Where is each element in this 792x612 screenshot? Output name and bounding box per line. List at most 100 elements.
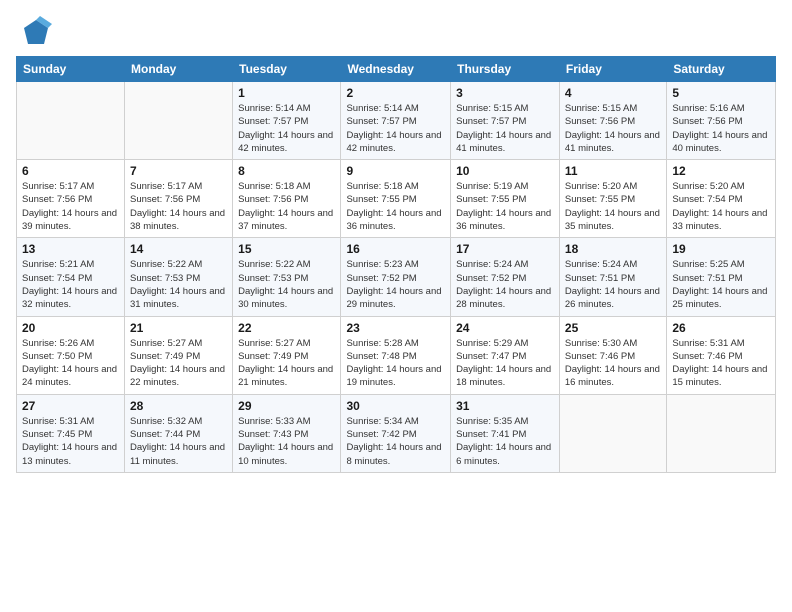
day-info: Sunrise: 5:22 AMSunset: 7:53 PMDaylight:… xyxy=(238,258,335,311)
day-info: Sunrise: 5:35 AMSunset: 7:41 PMDaylight:… xyxy=(456,415,554,468)
calendar-cell: 23 Sunrise: 5:28 AMSunset: 7:48 PMDayligh… xyxy=(341,316,451,394)
calendar-cell: 19 Sunrise: 5:25 AMSunset: 7:51 PMDayligh… xyxy=(667,238,776,316)
calendar-cell: 1 Sunrise: 5:14 AMSunset: 7:57 PMDaylight… xyxy=(233,82,341,160)
day-number: 18 xyxy=(565,242,661,256)
day-info: Sunrise: 5:14 AMSunset: 7:57 PMDaylight:… xyxy=(346,102,445,155)
day-number: 13 xyxy=(22,242,119,256)
calendar-week-2: 6 Sunrise: 5:17 AMSunset: 7:56 PMDaylight… xyxy=(17,160,776,238)
day-info: Sunrise: 5:21 AMSunset: 7:54 PMDaylight:… xyxy=(22,258,119,311)
calendar-cell: 6 Sunrise: 5:17 AMSunset: 7:56 PMDaylight… xyxy=(17,160,125,238)
calendar-week-1: 1 Sunrise: 5:14 AMSunset: 7:57 PMDaylight… xyxy=(17,82,776,160)
day-number: 21 xyxy=(130,321,227,335)
day-number: 30 xyxy=(346,399,445,413)
day-number: 20 xyxy=(22,321,119,335)
day-info: Sunrise: 5:24 AMSunset: 7:51 PMDaylight:… xyxy=(565,258,661,311)
calendar-cell: 10 Sunrise: 5:19 AMSunset: 7:55 PMDayligh… xyxy=(451,160,560,238)
day-number: 6 xyxy=(22,164,119,178)
calendar-cell: 27 Sunrise: 5:31 AMSunset: 7:45 PMDayligh… xyxy=(17,394,125,472)
calendar-cell: 29Sunrise: 5:33 AMSunset: 7:43 PMDayligh… xyxy=(233,394,341,472)
day-number: 29 xyxy=(238,399,335,413)
day-info: Sunrise: 5:17 AMSunset: 7:56 PMDaylight:… xyxy=(130,180,227,233)
day-number: 16 xyxy=(346,242,445,256)
day-info: Sunrise: 5:26 AMSunset: 7:50 PMDaylight:… xyxy=(22,337,119,390)
day-info: Sunrise: 5:19 AMSunset: 7:55 PMDaylight:… xyxy=(456,180,554,233)
day-info: Sunrise: 5:27 AMSunset: 7:49 PMDaylight:… xyxy=(238,337,335,390)
calendar-week-3: 13 Sunrise: 5:21 AMSunset: 7:54 PMDayligh… xyxy=(17,238,776,316)
calendar-cell: 18 Sunrise: 5:24 AMSunset: 7:51 PMDayligh… xyxy=(559,238,666,316)
calendar-cell: 9 Sunrise: 5:18 AMSunset: 7:55 PMDaylight… xyxy=(341,160,451,238)
calendar-cell: 11Sunrise: 5:20 AMSunset: 7:55 PMDayligh… xyxy=(559,160,666,238)
day-number: 26 xyxy=(672,321,770,335)
day-number: 23 xyxy=(346,321,445,335)
day-number: 4 xyxy=(565,86,661,100)
calendar-cell: 8 Sunrise: 5:18 AMSunset: 7:56 PMDaylight… xyxy=(233,160,341,238)
logo-icon xyxy=(20,16,52,48)
calendar-cell: 31 Sunrise: 5:35 AMSunset: 7:41 PMDayligh… xyxy=(451,394,560,472)
calendar-cell: 16 Sunrise: 5:23 AMSunset: 7:52 PMDayligh… xyxy=(341,238,451,316)
weekday-header-saturday: Saturday xyxy=(667,57,776,82)
calendar-cell: 4 Sunrise: 5:15 AMSunset: 7:56 PMDaylight… xyxy=(559,82,666,160)
calendar-week-5: 27 Sunrise: 5:31 AMSunset: 7:45 PMDayligh… xyxy=(17,394,776,472)
weekday-header-sunday: Sunday xyxy=(17,57,125,82)
day-info: Sunrise: 5:14 AMSunset: 7:57 PMDaylight:… xyxy=(238,102,335,155)
day-number: 3 xyxy=(456,86,554,100)
day-info: Sunrise: 5:18 AMSunset: 7:56 PMDaylight:… xyxy=(238,180,335,233)
day-info: Sunrise: 5:20 AMSunset: 7:54 PMDaylight:… xyxy=(672,180,770,233)
day-info: Sunrise: 5:15 AMSunset: 7:57 PMDaylight:… xyxy=(456,102,554,155)
calendar-cell: 26 Sunrise: 5:31 AMSunset: 7:46 PMDayligh… xyxy=(667,316,776,394)
day-number: 27 xyxy=(22,399,119,413)
calendar-cell: 15 Sunrise: 5:22 AMSunset: 7:53 PMDayligh… xyxy=(233,238,341,316)
calendar-cell: 25Sunrise: 5:30 AMSunset: 7:46 PMDayligh… xyxy=(559,316,666,394)
day-info: Sunrise: 5:28 AMSunset: 7:48 PMDaylight:… xyxy=(346,337,445,390)
day-info: Sunrise: 5:31 AMSunset: 7:45 PMDaylight:… xyxy=(22,415,119,468)
day-number: 8 xyxy=(238,164,335,178)
calendar-header: SundayMondayTuesdayWednesdayThursdayFrid… xyxy=(17,57,776,82)
calendar-cell xyxy=(125,82,233,160)
weekday-header-friday: Friday xyxy=(559,57,666,82)
day-number: 24 xyxy=(456,321,554,335)
weekday-header-tuesday: Tuesday xyxy=(233,57,341,82)
page-header xyxy=(16,16,776,48)
day-info: Sunrise: 5:17 AMSunset: 7:56 PMDaylight:… xyxy=(22,180,119,233)
calendar-cell: 17 Sunrise: 5:24 AMSunset: 7:52 PMDayligh… xyxy=(451,238,560,316)
calendar-cell: 20 Sunrise: 5:26 AMSunset: 7:50 PMDayligh… xyxy=(17,316,125,394)
calendar-cell: 22 Sunrise: 5:27 AMSunset: 7:49 PMDayligh… xyxy=(233,316,341,394)
calendar-week-4: 20 Sunrise: 5:26 AMSunset: 7:50 PMDayligh… xyxy=(17,316,776,394)
day-info: Sunrise: 5:15 AMSunset: 7:56 PMDaylight:… xyxy=(565,102,661,155)
day-info: Sunrise: 5:31 AMSunset: 7:46 PMDaylight:… xyxy=(672,337,770,390)
day-info: Sunrise: 5:16 AMSunset: 7:56 PMDaylight:… xyxy=(672,102,770,155)
day-info: Sunrise: 5:24 AMSunset: 7:52 PMDaylight:… xyxy=(456,258,554,311)
day-number: 15 xyxy=(238,242,335,256)
calendar-cell: 14Sunrise: 5:22 AMSunset: 7:53 PMDayligh… xyxy=(125,238,233,316)
day-number: 9 xyxy=(346,164,445,178)
day-number: 12 xyxy=(672,164,770,178)
day-number: 10 xyxy=(456,164,554,178)
day-number: 1 xyxy=(238,86,335,100)
day-number: 14 xyxy=(130,242,227,256)
calendar-cell xyxy=(667,394,776,472)
day-number: 17 xyxy=(456,242,554,256)
calendar-cell: 21Sunrise: 5:27 AMSunset: 7:49 PMDayligh… xyxy=(125,316,233,394)
day-info: Sunrise: 5:32 AMSunset: 7:44 PMDaylight:… xyxy=(130,415,227,468)
calendar-cell: 7Sunrise: 5:17 AMSunset: 7:56 PMDaylight… xyxy=(125,160,233,238)
calendar-cell: 30 Sunrise: 5:34 AMSunset: 7:42 PMDayligh… xyxy=(341,394,451,472)
weekday-header-thursday: Thursday xyxy=(451,57,560,82)
day-number: 2 xyxy=(346,86,445,100)
day-number: 11 xyxy=(565,164,661,178)
day-info: Sunrise: 5:34 AMSunset: 7:42 PMDaylight:… xyxy=(346,415,445,468)
calendar-body: 1 Sunrise: 5:14 AMSunset: 7:57 PMDaylight… xyxy=(17,82,776,473)
weekday-header-row: SundayMondayTuesdayWednesdayThursdayFrid… xyxy=(17,57,776,82)
calendar-cell xyxy=(17,82,125,160)
day-number: 25 xyxy=(565,321,661,335)
calendar-cell: 2 Sunrise: 5:14 AMSunset: 7:57 PMDaylight… xyxy=(341,82,451,160)
day-info: Sunrise: 5:25 AMSunset: 7:51 PMDaylight:… xyxy=(672,258,770,311)
calendar-cell: 24Sunrise: 5:29 AMSunset: 7:47 PMDayligh… xyxy=(451,316,560,394)
logo xyxy=(16,16,52,48)
calendar-cell: 13 Sunrise: 5:21 AMSunset: 7:54 PMDayligh… xyxy=(17,238,125,316)
day-info: Sunrise: 5:18 AMSunset: 7:55 PMDaylight:… xyxy=(346,180,445,233)
day-number: 22 xyxy=(238,321,335,335)
day-number: 31 xyxy=(456,399,554,413)
day-number: 19 xyxy=(672,242,770,256)
calendar-cell xyxy=(559,394,666,472)
day-info: Sunrise: 5:23 AMSunset: 7:52 PMDaylight:… xyxy=(346,258,445,311)
